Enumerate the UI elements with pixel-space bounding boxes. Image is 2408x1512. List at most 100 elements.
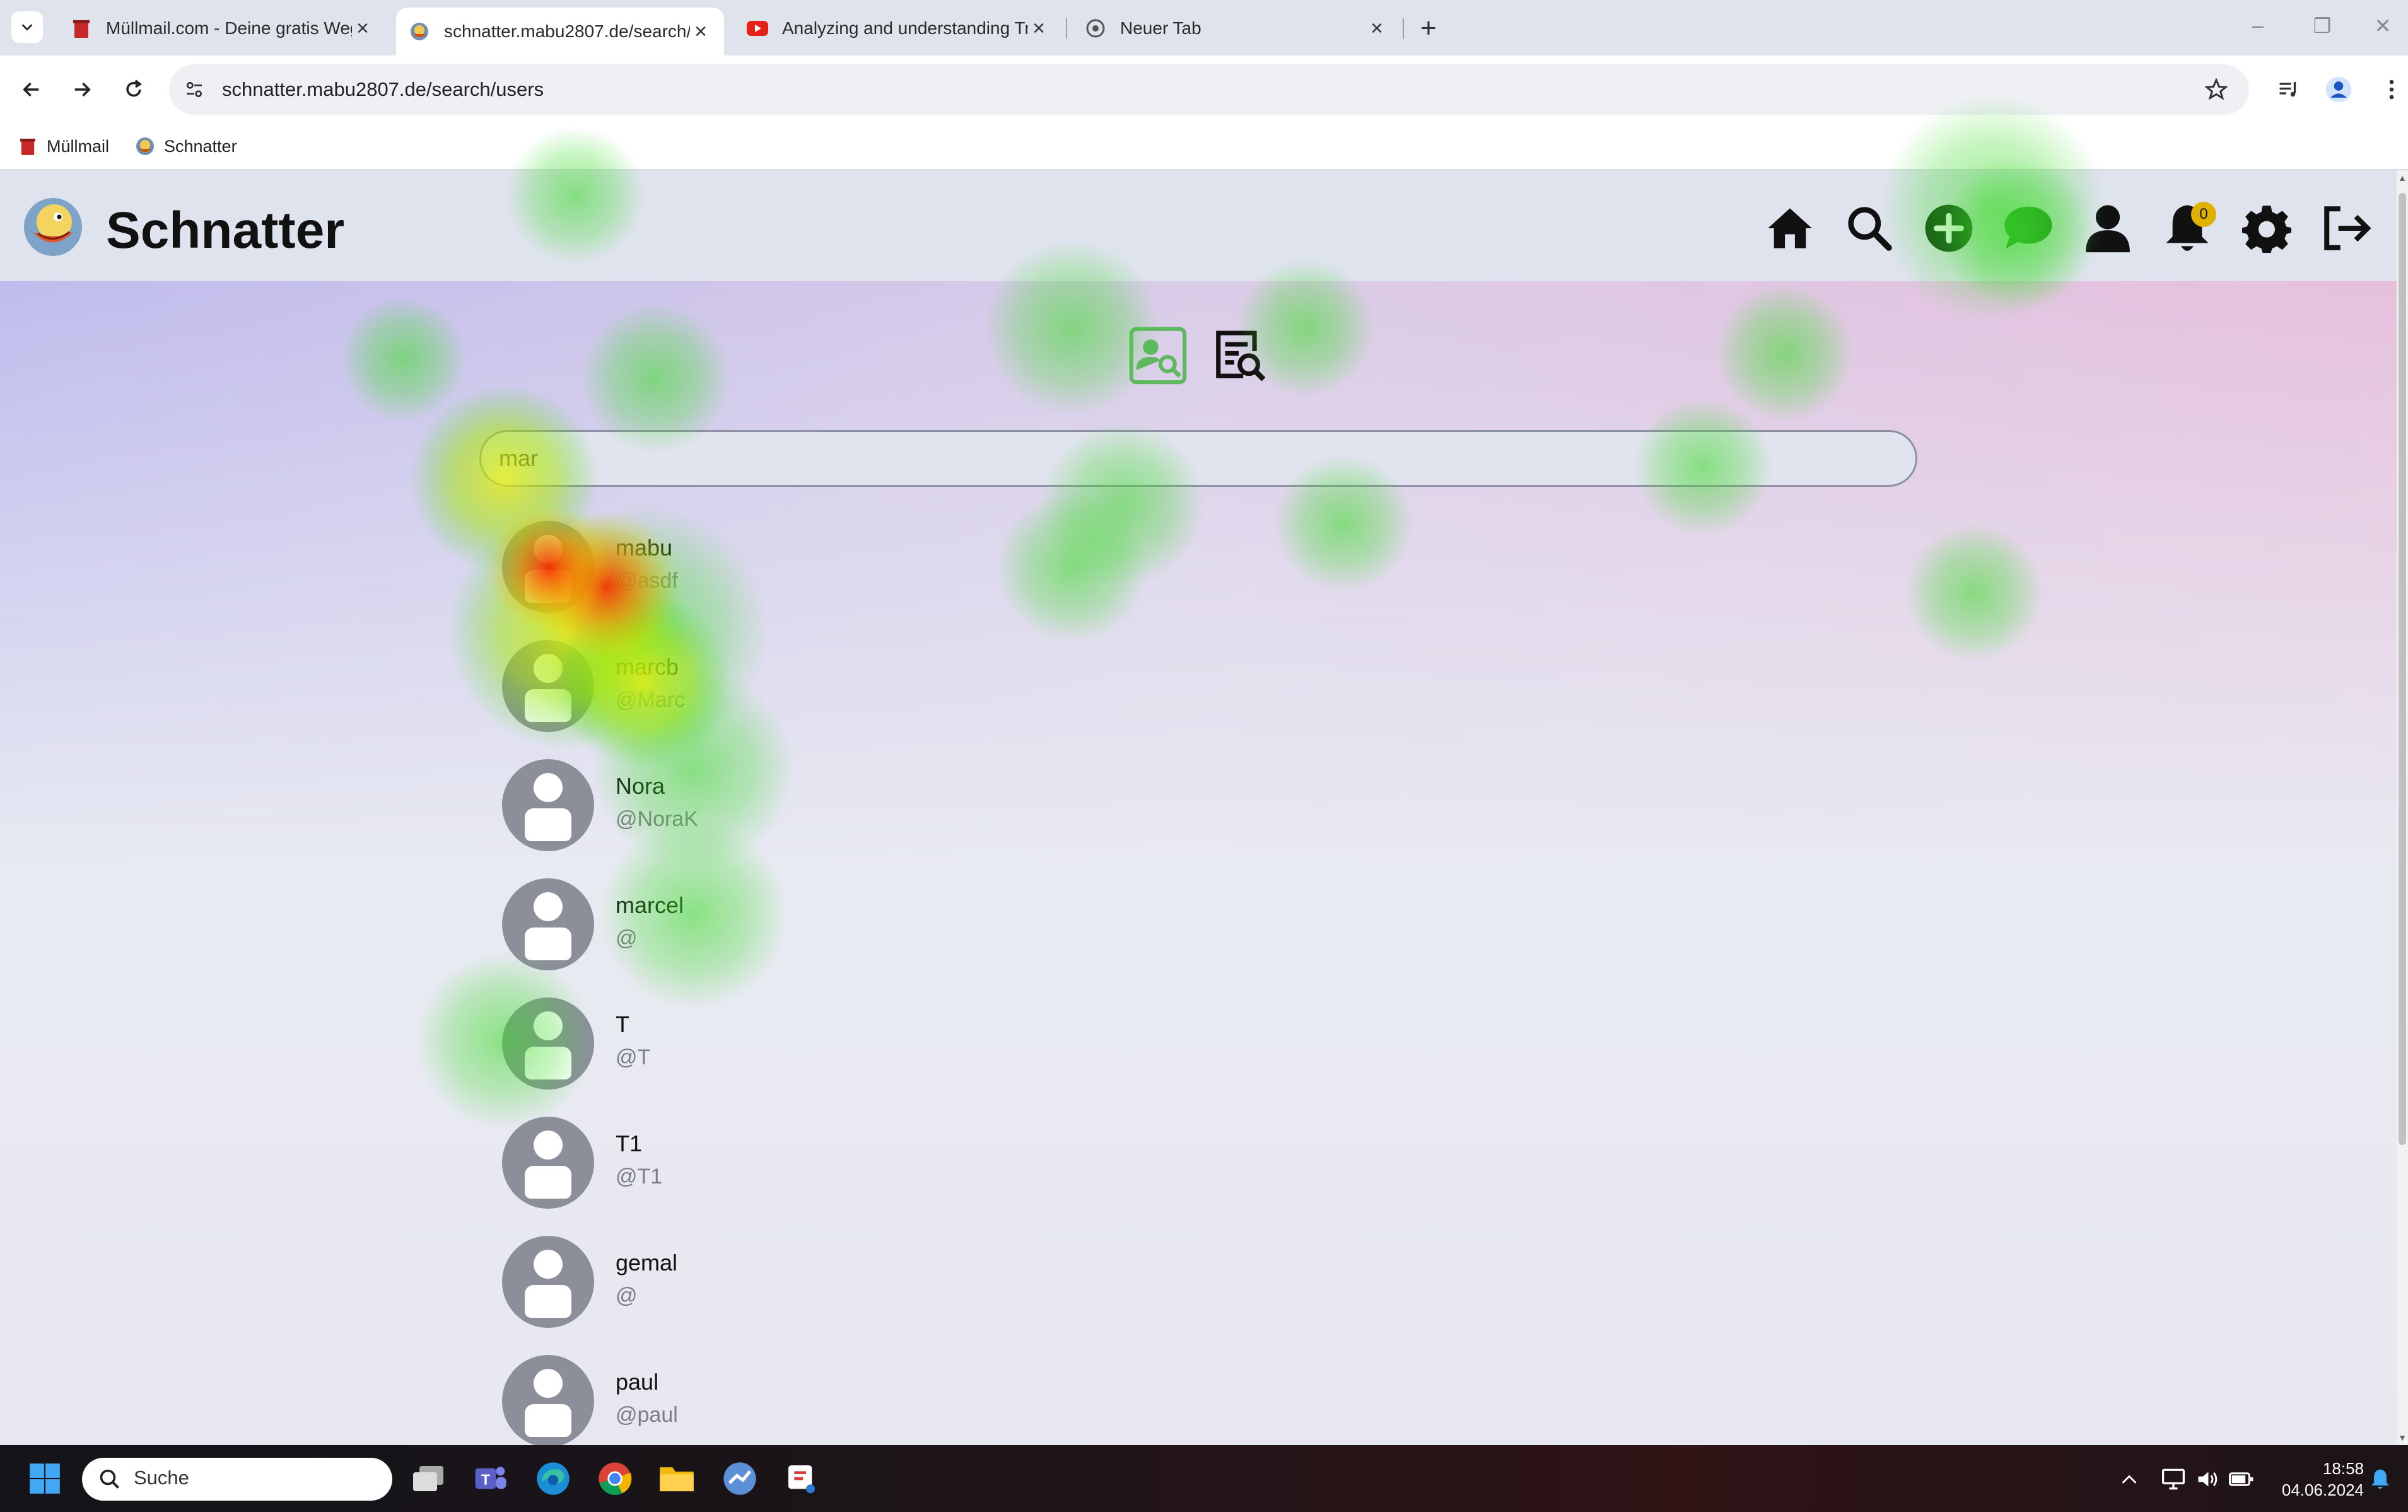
user-display-name[interactable]: paul	[616, 1369, 658, 1395]
media-control-icon[interactable]	[2273, 74, 2303, 105]
app-brand-title[interactable]: Schnatter	[106, 201, 344, 261]
user-display-name[interactable]: marcel	[616, 892, 684, 919]
close-tab-icon[interactable]: ×	[1366, 16, 1388, 41]
user-display-name[interactable]: mabu	[616, 535, 672, 561]
tray-overflow-icon[interactable]	[2115, 1465, 2143, 1493]
restore-button[interactable]: ❐	[2303, 14, 2341, 38]
post-search-mode-button[interactable]	[1210, 327, 1268, 385]
back-button[interactable]	[14, 72, 49, 107]
menu-kebab-icon[interactable]	[2376, 74, 2407, 105]
forward-button[interactable]	[64, 72, 100, 107]
user-avatar-icon[interactable]	[502, 759, 594, 851]
page-scrollbar[interactable]: ▲ ▼	[2397, 170, 2408, 1445]
nav-notifications-button[interactable]: 0	[2158, 199, 2216, 257]
close-tab-icon[interactable]: ×	[1028, 16, 1049, 41]
snipping-tool-icon	[788, 1465, 815, 1494]
user-result-item[interactable]: mabu @asdf	[502, 521, 1070, 615]
bookmark-schnatter[interactable]: Schnatter	[135, 132, 237, 160]
user-search-input[interactable]	[479, 430, 1917, 487]
user-result-item[interactable]: T @T	[502, 997, 1070, 1092]
new-tab-button[interactable]: +	[1413, 13, 1444, 44]
tab-title: Analyzing and understanding Trends	[782, 18, 1028, 38]
user-display-name[interactable]: T	[616, 1011, 629, 1038]
scroll-up-icon[interactable]: ▲	[2397, 173, 2408, 183]
user-avatar-icon[interactable]	[502, 1236, 594, 1328]
profile-avatar-icon[interactable]	[2323, 74, 2354, 105]
nav-logout-button[interactable]	[2317, 199, 2375, 257]
user-display-name[interactable]: gemal	[616, 1250, 677, 1276]
clock-time: 18:58	[2322, 1459, 2364, 1478]
bookmark-star-icon[interactable]	[2202, 76, 2230, 103]
volume-icon[interactable]	[2194, 1465, 2221, 1493]
home-icon	[1768, 208, 1812, 248]
bookmark-label: Schnatter	[164, 136, 237, 156]
schnatter-logo[interactable]	[21, 195, 85, 259]
network-icon[interactable]	[2160, 1465, 2187, 1493]
chat-icon	[2004, 206, 2052, 249]
url-text[interactable]: schnatter.mabu2807.de/search/users	[222, 77, 544, 102]
close-window-button[interactable]: ✕	[2364, 14, 2402, 38]
user-display-name[interactable]: Nora	[616, 773, 665, 800]
taskbar-teams-app[interactable]: T	[470, 1459, 510, 1498]
scrollbar-thumb[interactable]	[2399, 193, 2406, 1145]
nav-create-post-button[interactable]	[1920, 199, 1978, 257]
taskbar-app-chart[interactable]	[720, 1459, 759, 1498]
user-result-item[interactable]: Nora @NoraK	[502, 759, 1070, 854]
chart-app-icon	[723, 1462, 756, 1495]
nav-search-button[interactable]	[1840, 199, 1898, 257]
nav-home-button[interactable]	[1761, 199, 1819, 257]
user-search-icon	[1129, 327, 1187, 385]
user-avatar-icon[interactable]	[502, 878, 594, 970]
browser-tab-muellmail[interactable]: Müllmail.com - Deine gratis Wegwerf-Emai…	[58, 8, 386, 49]
bookmark-muellmail[interactable]: Müllmail	[18, 132, 109, 160]
task-view-button[interactable]	[409, 1459, 448, 1498]
user-display-name[interactable]: marcb	[616, 654, 679, 680]
site-info-icon[interactable]	[182, 77, 207, 102]
taskbar-clock[interactable]: 18:58 04.06.2024	[2282, 1458, 2364, 1501]
nav-profile-button[interactable]	[2079, 199, 2137, 257]
windows-logo-icon	[30, 1463, 60, 1494]
taskbar-search-box[interactable]: Suche	[82, 1458, 392, 1501]
user-result-item[interactable]: marcel @	[502, 878, 1070, 973]
browser-toolbar: schnatter.mabu2807.de/search/users	[0, 55, 2408, 124]
taskbar-edge-app[interactable]	[534, 1459, 573, 1498]
taskbar-search-label: Suche	[134, 1467, 189, 1489]
browser-tab-schnatter[interactable]: schnatter.mabu2807.de/search/users ×	[396, 8, 724, 55]
taskbar-explorer-app[interactable]	[657, 1459, 696, 1498]
user-avatar-icon[interactable]	[502, 997, 594, 1090]
user-search-mode-button[interactable]	[1129, 327, 1187, 385]
user-avatar-icon[interactable]	[502, 1117, 594, 1209]
muellmail-icon	[71, 18, 92, 39]
close-tab-icon[interactable]: ×	[352, 16, 373, 41]
battery-icon[interactable]	[2228, 1465, 2255, 1493]
windows-start-button[interactable]	[25, 1459, 64, 1498]
user-handle: @paul	[616, 1403, 678, 1427]
taskbar-chrome-app[interactable]	[595, 1459, 634, 1498]
browser-tab-newtab[interactable]: Neuer Tab ×	[1072, 8, 1400, 49]
app-header: Schnatter 0	[0, 170, 2397, 281]
notification-center-icon[interactable]	[2366, 1465, 2394, 1493]
task-view-icon	[413, 1466, 443, 1491]
taskbar-app-snip[interactable]	[782, 1459, 821, 1498]
chevron-down-icon	[21, 24, 33, 31]
close-tab-icon[interactable]: ×	[690, 20, 711, 44]
user-avatar-icon[interactable]	[502, 1355, 594, 1445]
minimize-button[interactable]: –	[2239, 14, 2277, 37]
user-avatar-icon[interactable]	[502, 640, 594, 732]
user-result-item[interactable]: gemal @	[502, 1236, 1070, 1330]
reload-button[interactable]	[116, 72, 151, 107]
user-avatar-icon[interactable]	[502, 521, 594, 613]
scroll-down-icon[interactable]: ▼	[2397, 1433, 2408, 1443]
user-result-item[interactable]: paul @paul	[502, 1355, 1070, 1445]
user-result-item[interactable]: T1 @T1	[502, 1117, 1070, 1211]
user-display-name[interactable]: T1	[616, 1131, 642, 1157]
address-bar[interactable]: schnatter.mabu2807.de/search/users	[169, 64, 2249, 115]
tab-separator	[1403, 18, 1404, 39]
user-handle: @	[616, 926, 638, 950]
tab-search-button[interactable]	[11, 11, 43, 43]
user-result-item[interactable]: marcb @Marc	[502, 640, 1070, 735]
nav-messages-button[interactable]	[1999, 199, 2057, 257]
user-handle: @NoraK	[616, 807, 698, 831]
nav-settings-button[interactable]	[2238, 199, 2296, 257]
browser-tab-youtube[interactable]: Analyzing and understanding Trends ×	[734, 8, 1062, 49]
